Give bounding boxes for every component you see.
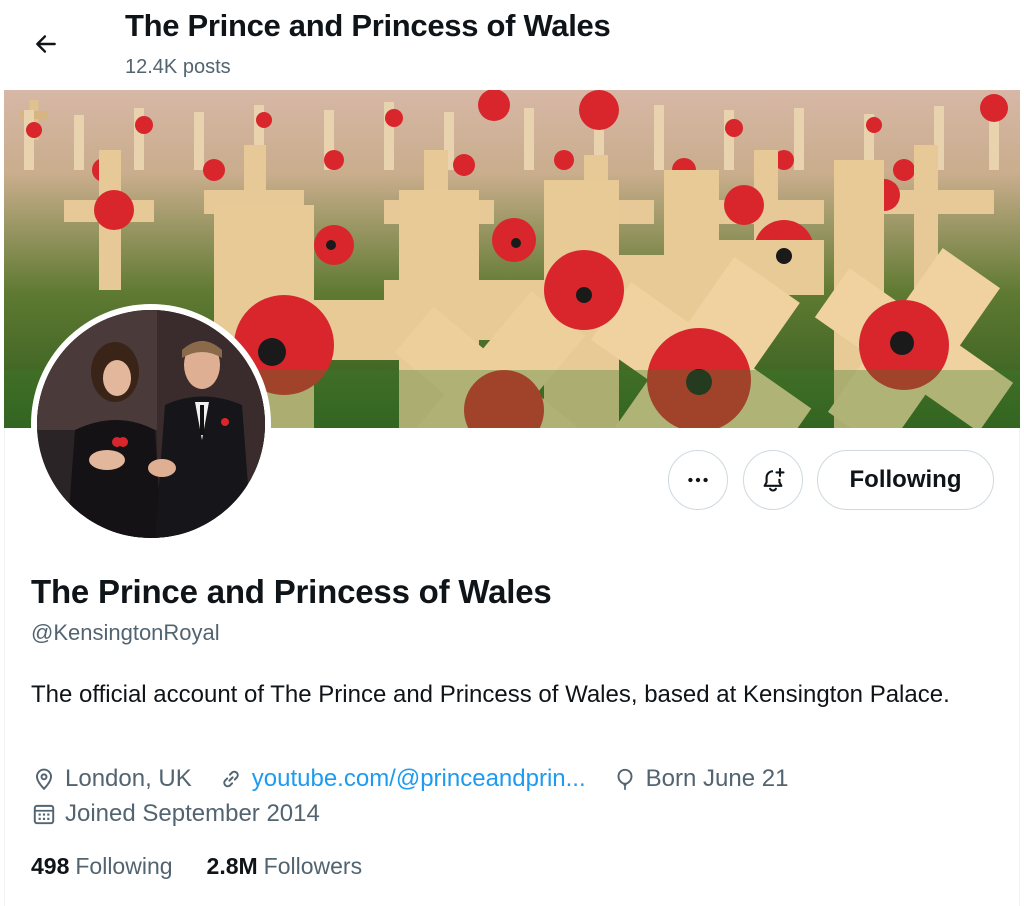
- link-icon: [223, 770, 239, 788]
- profile-meta-row: London, UK youtube.com/@princeandprin...…: [31, 765, 814, 793]
- birthday-text: Born June 21: [645, 765, 789, 792]
- followers-stat[interactable]: 2.8M Followers: [207, 853, 363, 880]
- following-stat[interactable]: 498 Following: [31, 853, 173, 880]
- location-item: London, UK: [31, 765, 192, 793]
- profile-bio: The official account of The Prince and P…: [31, 681, 950, 708]
- followers-count: 2.8M: [206, 853, 258, 879]
- display-name: The Prince and Princess of Wales: [31, 573, 552, 610]
- header-title: The Prince and Princess of Wales: [125, 8, 611, 43]
- top-bar: The Prince and Princess of Wales 12.4K p…: [0, 0, 1024, 90]
- user-handle: @KensingtonRoyal: [31, 620, 220, 645]
- bell-plus-icon: [763, 467, 785, 492]
- joined-item: Joined September 2014: [31, 800, 320, 828]
- followers-stat-label: Followers: [263, 853, 363, 879]
- arrow-left-icon: [36, 35, 56, 53]
- back-button[interactable]: [26, 24, 66, 64]
- calendar-icon: [33, 804, 55, 825]
- profile-avatar[interactable]: [31, 304, 271, 544]
- joined-row: Joined September 2014: [31, 800, 346, 828]
- avatar-photo: [37, 310, 265, 538]
- following-button[interactable]: Following: [817, 450, 994, 510]
- location-pin-icon: [35, 768, 53, 791]
- more-options-button[interactable]: [668, 450, 728, 510]
- following-stat-label: Following: [75, 853, 173, 879]
- joined-text: Joined September 2014: [65, 800, 320, 827]
- website-item[interactable]: youtube.com/@princeandprin...: [218, 765, 586, 793]
- location-text: London, UK: [65, 765, 192, 792]
- more-icon: [688, 477, 708, 483]
- following-count: 498: [31, 853, 70, 879]
- website-link[interactable]: youtube.com/@princeandprin...: [252, 765, 586, 793]
- balloon-icon: [617, 768, 633, 791]
- notifications-button[interactable]: [743, 450, 803, 510]
- birthday-item: Born June 21: [612, 765, 789, 793]
- profile-stats: 498 Following 2.8M Followers: [31, 853, 396, 880]
- posts-count: 12.4K posts: [125, 56, 231, 78]
